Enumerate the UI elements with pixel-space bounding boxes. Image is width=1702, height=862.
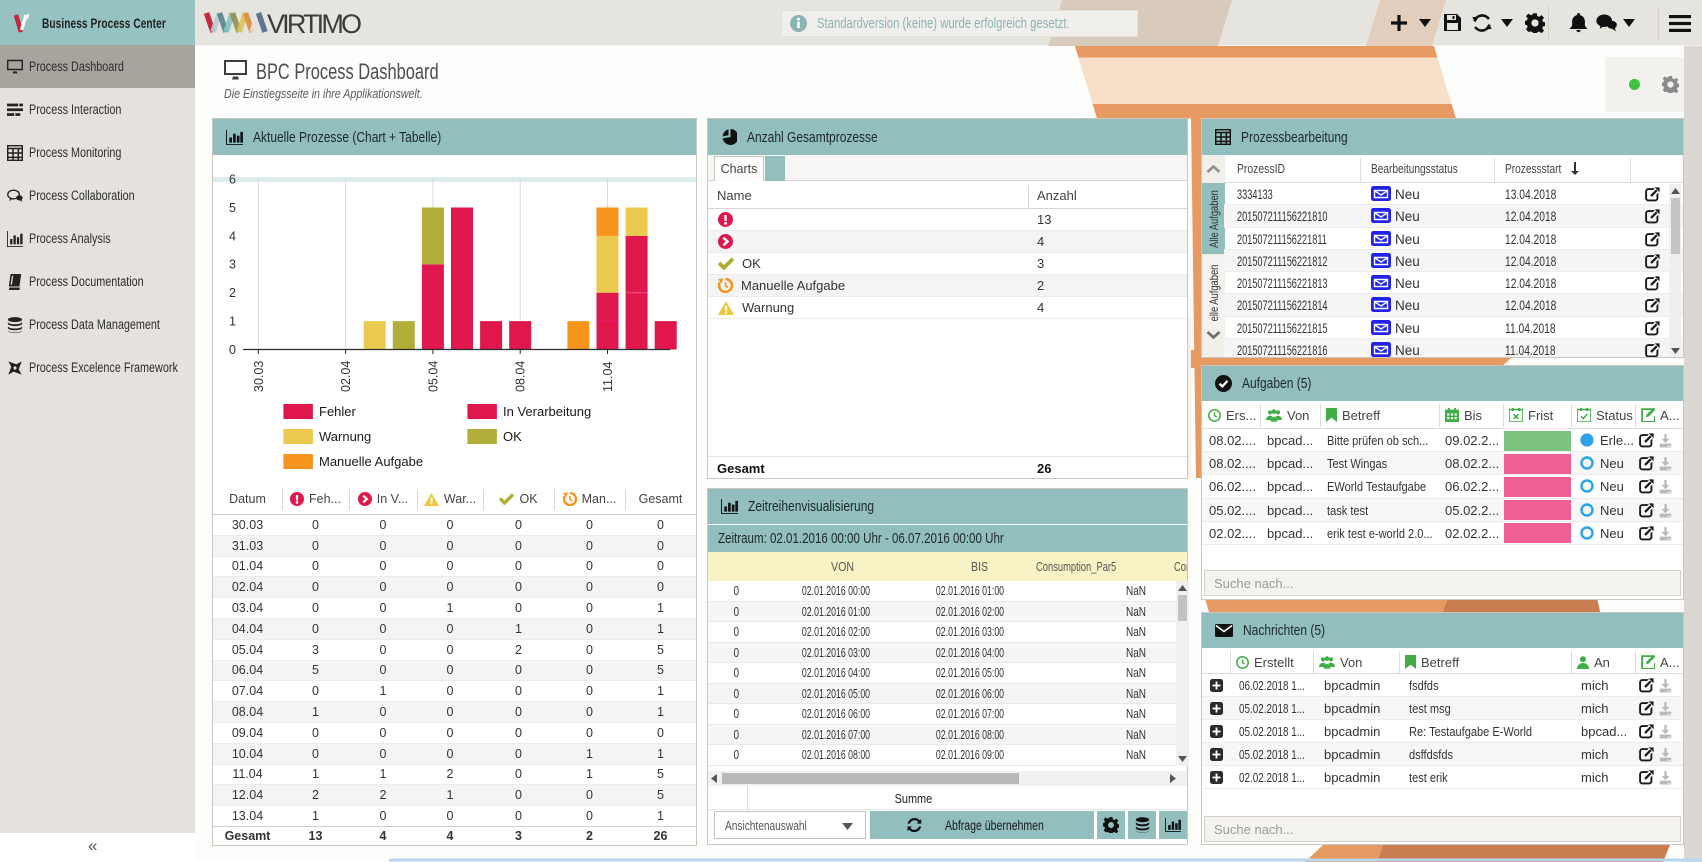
svg-text:4: 4 bbox=[229, 229, 236, 243]
svg-text:Manuelle Aufgabe: Manuelle Aufgabe bbox=[319, 454, 423, 469]
svg-text:VIRTIMO: VIRTIMO bbox=[267, 9, 362, 39]
svg-text:OK: OK bbox=[503, 429, 522, 444]
svg-text:In Verarbeitung: In Verarbeitung bbox=[503, 404, 591, 419]
svg-text:Fehler: Fehler bbox=[319, 404, 357, 419]
svg-text:0: 0 bbox=[229, 343, 236, 357]
svg-text:08.04: 08.04 bbox=[514, 361, 528, 392]
svg-text:Warnung: Warnung bbox=[319, 429, 371, 444]
svg-text:02.04: 02.04 bbox=[339, 361, 353, 392]
svg-text:11.04: 11.04 bbox=[601, 362, 615, 392]
svg-text:05.04: 05.04 bbox=[426, 361, 440, 392]
svg-text:3: 3 bbox=[229, 258, 236, 272]
svg-text:2: 2 bbox=[229, 286, 236, 300]
svg-text:5: 5 bbox=[229, 201, 236, 215]
svg-text:30.03: 30.03 bbox=[252, 361, 266, 392]
svg-text:6: 6 bbox=[229, 173, 236, 187]
svg-text:1: 1 bbox=[229, 315, 236, 329]
